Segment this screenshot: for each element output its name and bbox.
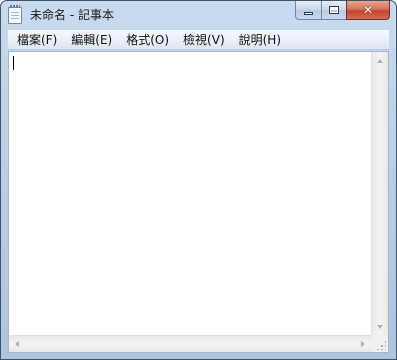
minimize-icon: [296, 1, 321, 19]
scroll-up-icon[interactable]: [377, 59, 383, 63]
caption-buttons: ✕: [295, 1, 390, 21]
title-bar[interactable]: 未命名 - 記事本 ✕: [1, 1, 396, 29]
notepad-window: 未命名 - 記事本 ✕ 檔案(F) 編輯(E) 格式(O) 檢視(V) 說明(H…: [0, 0, 397, 360]
notepad-icon[interactable]: [8, 5, 22, 24]
menu-bar: 檔案(F) 編輯(E) 格式(O) 檢視(V) 說明(H): [8, 30, 389, 50]
close-icon: ✕: [362, 3, 374, 17]
text-caret: [13, 56, 14, 70]
vertical-scrollbar[interactable]: [371, 52, 388, 335]
scroll-corner: [371, 335, 388, 352]
text-editor[interactable]: [8, 51, 389, 353]
maximize-button[interactable]: [321, 1, 346, 20]
scroll-left-icon[interactable]: [15, 341, 19, 347]
menu-file[interactable]: 檔案(F): [10, 31, 64, 49]
maximize-icon: [322, 1, 346, 19]
scroll-right-icon[interactable]: [361, 341, 365, 347]
menu-format[interactable]: 格式(O): [119, 31, 176, 49]
resize-grip-icon[interactable]: [376, 340, 386, 350]
horizontal-scrollbar[interactable]: [9, 335, 371, 352]
menu-help[interactable]: 說明(H): [232, 31, 288, 49]
scroll-down-icon[interactable]: [377, 325, 383, 329]
window-title: 未命名 - 記事本: [30, 8, 114, 22]
menu-view[interactable]: 檢視(V): [176, 31, 232, 49]
minimize-button[interactable]: [295, 1, 321, 20]
menu-edit[interactable]: 編輯(E): [64, 31, 119, 49]
close-button[interactable]: ✕: [346, 1, 390, 20]
